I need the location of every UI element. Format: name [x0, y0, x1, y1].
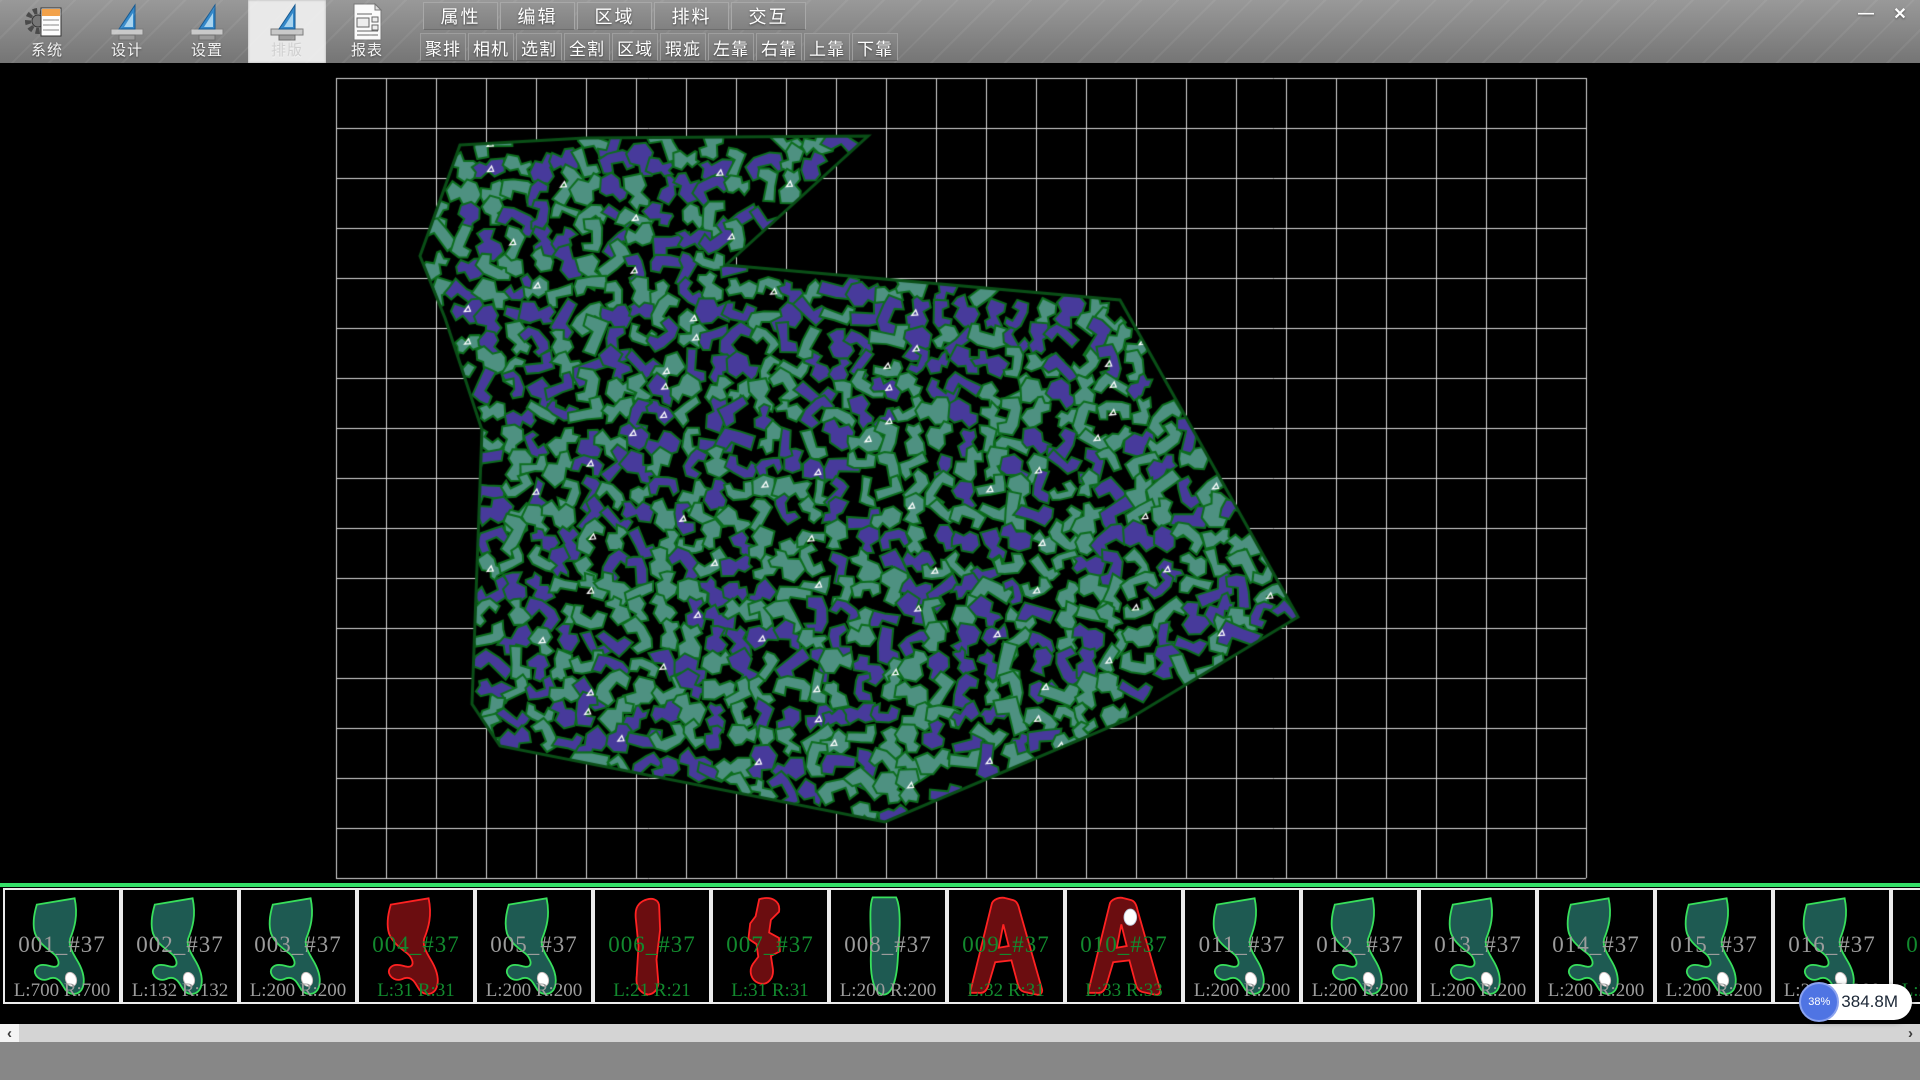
- piece-counts-label: L:32 R:31: [949, 980, 1063, 1002]
- horizontal-scrollbar[interactable]: ‹ ›: [0, 1024, 1920, 1042]
- menu-button-nest[interactable]: 排料: [654, 2, 729, 30]
- piece-cell[interactable]: 003_#37 L:200 R:200: [239, 888, 357, 1004]
- piece-cell[interactable]: 015_#37 L:200 R:200: [1655, 888, 1773, 1004]
- system-icon: [24, 2, 70, 42]
- menu-button-region[interactable]: 区域: [577, 2, 652, 30]
- tool-button-camera[interactable]: 相机: [468, 33, 514, 61]
- scroll-left-arrow-icon[interactable]: ‹: [0, 1024, 19, 1042]
- piece-id-label: 013_#37: [1421, 932, 1535, 958]
- piece-id-label: 001_#37: [5, 932, 119, 958]
- piece-counts-label: L:200 R:200: [477, 980, 591, 1002]
- app-button-label: 报表: [328, 39, 406, 60]
- piece-cell[interactable]: 012_#37 L:200 R:200: [1301, 888, 1419, 1004]
- menu-button-edit[interactable]: 编辑: [500, 2, 575, 30]
- tool-button-snap-left[interactable]: 左靠: [708, 33, 754, 61]
- piece-cell[interactable]: 006_#37 L:21 R:21: [593, 888, 711, 1004]
- piece-cell[interactable]: 001_#37 L:700 R:700: [3, 888, 121, 1004]
- close-button[interactable]: ✕: [1884, 3, 1916, 24]
- piece-id-label: 007_#37: [713, 932, 827, 958]
- memory-usage-label: 384.8M: [1841, 992, 1898, 1012]
- top-toolbar: 系统设计设置排版报表 属性编辑区域排料交互 聚排相机选割全割区域瑕疵左靠右靠上靠…: [0, 0, 1920, 63]
- app-button-system[interactable]: 系统: [8, 0, 86, 63]
- tool-button-region[interactable]: 区域: [612, 33, 658, 61]
- app-button-report[interactable]: 报表: [328, 0, 406, 63]
- piece-counts-label: L:200 R:200: [1539, 980, 1653, 1002]
- piece-id-label: 014_#37: [1539, 932, 1653, 958]
- tool-button-snap-bottom[interactable]: 下靠: [852, 33, 898, 61]
- app-button-label: 设置: [168, 39, 246, 60]
- app-button-design[interactable]: 设计: [88, 0, 166, 63]
- nesting-canvas[interactable]: [0, 63, 1920, 883]
- app-button-label: 排版: [248, 39, 326, 60]
- piece-counts-label: L:33 R:33: [1067, 980, 1181, 1002]
- tool-button-cluster-nest[interactable]: 聚排: [420, 33, 466, 61]
- tool-button-cut-all[interactable]: 全割: [564, 33, 610, 61]
- piece-cell[interactable]: 011_#37 L:200 R:200: [1183, 888, 1301, 1004]
- piece-id-label: 016_#37: [1775, 932, 1889, 958]
- app-button-settings[interactable]: 设置: [168, 0, 246, 63]
- piece-cell[interactable]: 009_#37 L:32 R:31: [947, 888, 1065, 1004]
- status-badge: 38% 384.8M: [1801, 984, 1912, 1020]
- design-icon: [104, 2, 150, 42]
- menu-button-interact[interactable]: 交互: [731, 2, 806, 30]
- piece-cell[interactable]: 005_#37 L:200 R:200: [475, 888, 593, 1004]
- piece-counts-label: L:200 R:200: [241, 980, 355, 1002]
- piece-cell[interactable]: 013_#37 L:200 R:200: [1419, 888, 1537, 1004]
- piece-id-label: 004_#37: [359, 932, 473, 958]
- piece-id-label: 002_#37: [123, 932, 237, 958]
- app-button-nesting[interactable]: 排版: [248, 0, 326, 63]
- piece-counts-label: L:31 R:31: [359, 980, 473, 1002]
- design-icon: [184, 2, 230, 42]
- piece-id-label: 009_#37: [949, 932, 1063, 958]
- piece-id-label: 006_#37: [595, 932, 709, 958]
- piece-id-label: 010_#37: [1067, 932, 1181, 958]
- piece-counts-label: L:21 R:21: [595, 980, 709, 1002]
- piece-cell[interactable]: 010_#37 L:33 R:33: [1065, 888, 1183, 1004]
- piece-id-label: 005_#37: [477, 932, 591, 958]
- progress-percent-badge: 38%: [1799, 982, 1839, 1022]
- app-button-label: 设计: [88, 39, 166, 60]
- piece-cell[interactable]: 008_#37 L:200 R:200: [829, 888, 947, 1004]
- tool-button-select-cut[interactable]: 选割: [516, 33, 562, 61]
- report-icon: [344, 2, 390, 42]
- piece-counts-label: L:200 R:200: [1185, 980, 1299, 1002]
- piece-cell[interactable]: 007_#37 L:31 R:31: [711, 888, 829, 1004]
- piece-counts-label: L:31 R:31: [713, 980, 827, 1002]
- app-button-label: 系统: [8, 39, 86, 60]
- piece-id-label: 003_#37: [241, 932, 355, 958]
- strip-top-divider: [0, 883, 1920, 887]
- piece-counts-label: L:200 R:200: [1303, 980, 1417, 1002]
- scroll-right-arrow-icon[interactable]: ›: [1901, 1024, 1920, 1042]
- piece-id-label: 017_#37: [1893, 932, 1920, 958]
- piece-cell[interactable]: 014_#37 L:200 R:200: [1537, 888, 1655, 1004]
- piece-counts-label: L:132 R:132: [123, 980, 237, 1002]
- piece-id-label: 012_#37: [1303, 932, 1417, 958]
- piece-cell[interactable]: 004_#37 L:31 R:31: [357, 888, 475, 1004]
- piece-id-label: 011_#37: [1185, 932, 1299, 958]
- design-icon: [264, 2, 310, 42]
- footer-bar: [0, 1042, 1920, 1080]
- menu-button-properties[interactable]: 属性: [423, 2, 498, 30]
- tool-button-snap-top[interactable]: 上靠: [804, 33, 850, 61]
- piece-counts-label: L:200 R:200: [1657, 980, 1771, 1002]
- piece-counts-label: L:200 R:200: [831, 980, 945, 1002]
- minimize-button[interactable]: —: [1850, 3, 1882, 24]
- piece-counts-label: L:700 R:700: [5, 980, 119, 1002]
- piece-cell[interactable]: 002_#37 L:132 R:132: [121, 888, 239, 1004]
- piece-strip: 001_#37 L:700 R:700002_#37 L:132 R:132003_…: [0, 888, 1920, 1004]
- piece-id-label: 008_#37: [831, 932, 945, 958]
- piece-id-label: 015_#37: [1657, 932, 1771, 958]
- piece-counts-label: L:200 R:200: [1421, 980, 1535, 1002]
- tool-button-snap-right[interactable]: 右靠: [756, 33, 802, 61]
- tool-button-defect[interactable]: 瑕疵: [660, 33, 706, 61]
